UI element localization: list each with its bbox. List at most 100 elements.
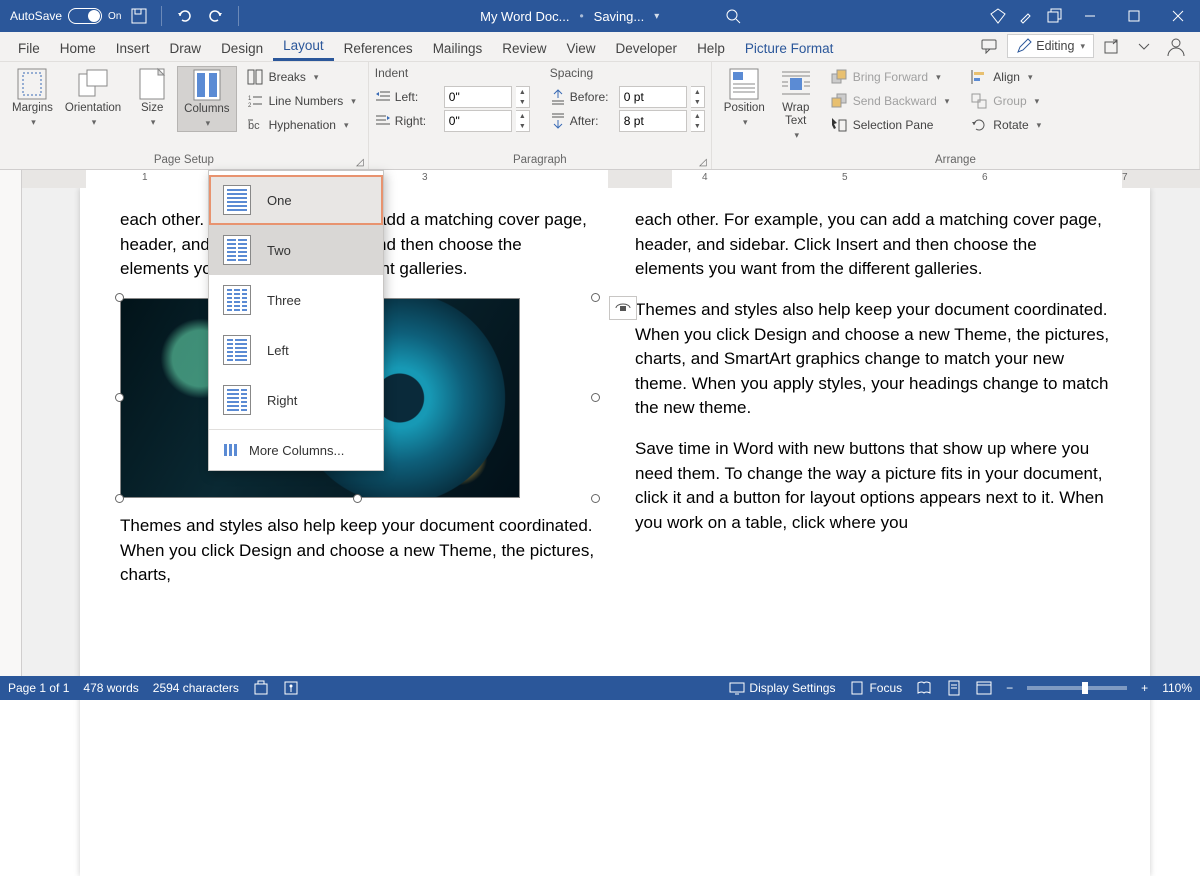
display-settings-button[interactable]: Display Settings [729, 680, 835, 696]
hyphenation-button[interactable]: bcHyphenation▾ [241, 114, 362, 136]
align-button[interactable]: Align▾ [965, 66, 1047, 88]
size-button[interactable]: Size▾ [127, 66, 177, 130]
autosave-toggle[interactable]: AutoSave On [10, 8, 121, 24]
indent-right-input[interactable] [444, 110, 512, 132]
send-backward-label: Send Backward [853, 94, 937, 108]
columns-left-icon [223, 335, 251, 365]
tab-picture-format[interactable]: Picture Format [735, 35, 844, 61]
restore-window-icon[interactable] [1040, 2, 1068, 30]
resize-handle[interactable] [591, 393, 600, 402]
columns-option-two[interactable]: Two [209, 225, 383, 275]
selection-pane-button[interactable]: Selection Pane [825, 114, 956, 136]
save-status: Saving... [594, 9, 645, 24]
bring-forward-button[interactable]: Bring Forward▾ [825, 66, 956, 88]
tab-file[interactable]: File [8, 35, 50, 61]
resize-handle[interactable] [115, 494, 124, 503]
undo-icon[interactable] [170, 2, 198, 30]
share-button[interactable] [1098, 34, 1126, 58]
indent-header: Indent [375, 66, 530, 80]
more-columns-item[interactable]: More Columns... [209, 434, 383, 466]
zoom-out-button[interactable]: − [1006, 681, 1013, 695]
web-layout-icon[interactable] [976, 680, 992, 696]
close-button[interactable] [1156, 0, 1200, 32]
autosave-switch[interactable] [68, 8, 102, 24]
group-paragraph: Indent Left: ▲▼ Right: ▲▼ Spacing Before… [369, 62, 712, 169]
rotate-button[interactable]: Rotate▾ [965, 114, 1047, 136]
diamond-icon[interactable] [984, 2, 1012, 30]
read-mode-icon[interactable] [916, 680, 932, 696]
minimize-button[interactable] [1068, 0, 1112, 32]
columns-option-left[interactable]: Left [209, 325, 383, 375]
resize-handle[interactable] [591, 293, 600, 302]
account-icon[interactable] [1162, 34, 1190, 58]
comments-button[interactable] [975, 34, 1003, 58]
resize-handle[interactable] [353, 494, 362, 503]
save-icon[interactable] [125, 2, 153, 30]
tab-insert[interactable]: Insert [106, 35, 160, 61]
paragraph-text[interactable]: Themes and styles also help keep your do… [635, 298, 1110, 421]
maximize-button[interactable] [1112, 0, 1156, 32]
position-button[interactable]: Position▾ [718, 66, 771, 130]
resize-handle[interactable] [591, 494, 600, 503]
spacing-before-label: Before: [570, 90, 615, 104]
status-accessibility-icon[interactable] [283, 680, 299, 696]
paragraph-text[interactable]: Themes and styles also help keep your do… [120, 514, 595, 588]
status-macro-icon[interactable] [253, 680, 269, 696]
spacing-after-input[interactable] [619, 110, 687, 132]
indent-right-spinner[interactable]: Right: ▲▼ [375, 110, 530, 132]
group-button[interactable]: Group▾ [965, 90, 1047, 112]
zoom-level[interactable]: 110% [1162, 681, 1192, 695]
columns-option-one[interactable]: One [209, 175, 383, 225]
horizontal-ruler[interactable]: 1 2 3 4 5 6 7 [22, 170, 1200, 188]
columns-option-right[interactable]: Right [209, 375, 383, 425]
spacing-before-spinner[interactable]: Before: ▲▼ [550, 86, 705, 108]
tab-help[interactable]: Help [687, 35, 735, 61]
line-numbers-label: Line Numbers [269, 94, 344, 108]
paragraph-launcher[interactable]: ◿ [697, 156, 709, 168]
position-icon [728, 68, 760, 100]
tab-layout[interactable]: Layout [273, 32, 334, 61]
breaks-button[interactable]: Breaks▾ [241, 66, 362, 88]
tab-design[interactable]: Design [211, 35, 273, 61]
send-backward-button[interactable]: Send Backward▾ [825, 90, 956, 112]
tab-view[interactable]: View [556, 35, 605, 61]
layout-options-button[interactable] [609, 296, 637, 320]
indent-left-spinner[interactable]: Left: ▲▼ [375, 86, 530, 108]
tab-developer[interactable]: Developer [606, 35, 688, 61]
indent-left-input[interactable] [444, 86, 512, 108]
editing-mode-button[interactable]: Editing ▾ [1007, 34, 1094, 58]
columns-two-icon [223, 235, 251, 265]
vertical-ruler[interactable] [0, 170, 22, 676]
collapse-ribbon-icon[interactable] [1130, 34, 1158, 58]
svg-text:1: 1 [248, 96, 252, 102]
tab-review[interactable]: Review [492, 35, 556, 61]
redo-icon[interactable] [202, 2, 230, 30]
status-page[interactable]: Page 1 of 1 [8, 681, 69, 695]
brush-icon[interactable] [1012, 2, 1040, 30]
spacing-after-spinner[interactable]: After: ▲▼ [550, 110, 705, 132]
resize-handle[interactable] [115, 293, 124, 302]
tab-home[interactable]: Home [50, 35, 106, 61]
zoom-slider[interactable] [1027, 686, 1127, 690]
print-layout-icon[interactable] [946, 680, 962, 696]
paragraph-text[interactable]: each other. For example, you can add a m… [635, 208, 1110, 282]
tab-draw[interactable]: Draw [160, 35, 212, 61]
tab-mailings[interactable]: Mailings [423, 35, 493, 61]
columns-option-three[interactable]: Three [209, 275, 383, 325]
spacing-before-input[interactable] [619, 86, 687, 108]
orientation-button[interactable]: Orientation▾ [59, 66, 127, 130]
search-icon[interactable] [719, 2, 747, 30]
zoom-in-button[interactable]: + [1141, 681, 1148, 695]
tab-references[interactable]: References [334, 35, 423, 61]
line-numbers-button[interactable]: 12Line Numbers▾ [241, 90, 362, 112]
page-setup-launcher[interactable]: ◿ [354, 156, 366, 168]
status-words[interactable]: 478 words [83, 681, 138, 695]
paragraph-text[interactable]: Save time in Word with new buttons that … [635, 437, 1110, 536]
autosave-state: On [108, 11, 121, 22]
focus-button[interactable]: Focus [849, 680, 902, 696]
wrap-text-button[interactable]: Wrap Text▾ [771, 66, 821, 143]
margins-button[interactable]: Margins▾ [6, 66, 59, 130]
resize-handle[interactable] [115, 393, 124, 402]
columns-button[interactable]: Columns▾ [177, 66, 236, 132]
status-chars[interactable]: 2594 characters [153, 681, 239, 695]
